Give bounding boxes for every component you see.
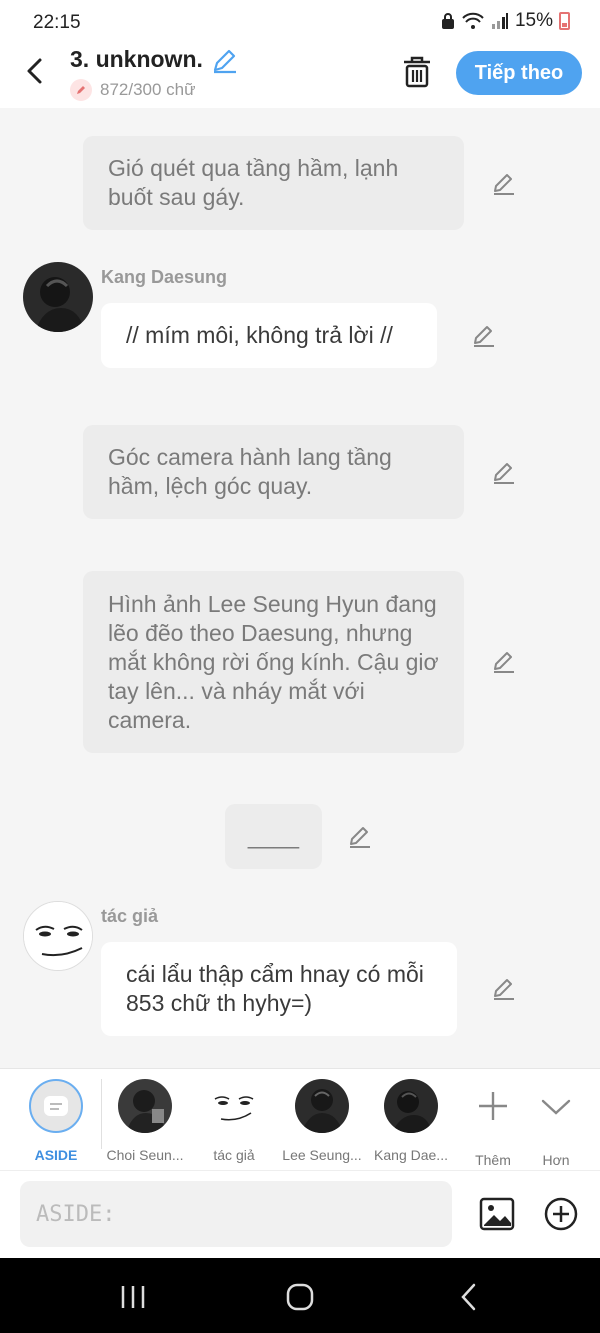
divider (101, 1079, 102, 1149)
speaker-name: tác giả (101, 906, 159, 926)
edit-title-icon[interactable] (210, 47, 238, 75)
character-aside[interactable]: ASIDE (16, 1079, 96, 1163)
trash-icon[interactable] (400, 54, 434, 90)
character-kang[interactable]: Kang Dae... (371, 1079, 451, 1163)
avatar (384, 1079, 438, 1133)
character-label: tác giả (213, 1147, 255, 1163)
avatar (295, 1079, 349, 1133)
narration-bubble[interactable]: Góc camera hành lang tầng hầm, lệch góc … (83, 425, 464, 519)
character-label: ASIDE (34, 1147, 78, 1163)
plus-icon (479, 1092, 507, 1120)
avatar (207, 1079, 261, 1133)
avatar-kang-daesung[interactable] (23, 262, 93, 332)
status-icons: 15% (441, 10, 570, 32)
expand-label: Hơn (542, 1152, 570, 1168)
edit-message-icon[interactable] (490, 648, 518, 676)
wifi-icon (462, 12, 484, 29)
character-tac-gia[interactable]: tác giả (194, 1079, 274, 1163)
chat-area: Gió quét qua tầng hầm, lạnh buốt sau gáy… (0, 108, 600, 1068)
avatar (118, 1079, 172, 1133)
character-lee[interactable]: Lee Seung... (282, 1079, 362, 1163)
signal-icon (491, 13, 508, 29)
speech-bubble[interactable]: // mím môi, không trả lời // (101, 303, 437, 368)
recent-apps-icon[interactable] (116, 1280, 150, 1314)
message-input[interactable]: ASIDE: (20, 1181, 452, 1247)
chevron-down-icon (541, 1099, 571, 1115)
character-label: Lee Seung... (282, 1147, 362, 1163)
edit-message-icon[interactable] (470, 322, 498, 350)
speaker-name: Kang Daesung (101, 267, 228, 287)
speech-bubble[interactable]: cái lẩu thập cẩm hnay có mỗi 853 chữ th … (101, 942, 457, 1036)
battery-icon (559, 12, 570, 30)
status-time: 22:15 (33, 12, 81, 33)
character-label: Choi Seun... (106, 1147, 184, 1163)
edit-message-icon[interactable] (490, 170, 518, 198)
next-button[interactable]: Tiếp theo (456, 51, 582, 95)
status-bar: 22:15 15% (0, 0, 600, 44)
battery-percent: 15% (514, 10, 553, 31)
narration-bubble[interactable]: Hình ảnh Lee Seung Hyun đang lẽo đẽo the… (83, 571, 464, 753)
aside-icon (29, 1079, 83, 1133)
header: 3. unknown. 872/300 chữ Tiếp theo (0, 44, 600, 108)
expand-button[interactable]: Hơn (526, 1079, 586, 1168)
edit-message-icon[interactable] (490, 975, 518, 1003)
edit-message-icon[interactable] (346, 823, 374, 851)
narration-bubble[interactable]: ____ (225, 804, 322, 869)
avatar-tac-gia[interactable] (23, 901, 93, 971)
word-count: 872/300 chữ (70, 79, 196, 101)
back-nav-icon[interactable] (452, 1280, 486, 1314)
input-bar: ASIDE: (0, 1170, 600, 1258)
edit-message-icon[interactable] (490, 459, 518, 487)
page-title: 3. unknown. (70, 46, 203, 72)
back-arrow-icon[interactable] (18, 54, 52, 88)
add-character-button[interactable]: Thêm (463, 1079, 523, 1168)
narration-bubble[interactable]: Gió quét qua tầng hầm, lạnh buốt sau gáy… (83, 136, 464, 230)
system-nav-bar (0, 1258, 600, 1333)
pencil-badge-icon (70, 79, 92, 101)
add-circle-icon[interactable] (542, 1195, 580, 1233)
image-icon[interactable] (478, 1195, 516, 1233)
lock-icon (441, 13, 454, 29)
add-label: Thêm (475, 1152, 511, 1168)
home-icon[interactable] (283, 1280, 317, 1314)
word-count-text: 872/300 chữ (100, 80, 196, 99)
character-bar: ASIDE Choi Seun... tác giả Lee Seung... … (0, 1068, 600, 1170)
character-choi[interactable]: Choi Seun... (105, 1079, 185, 1163)
character-label: Kang Dae... (374, 1147, 448, 1163)
